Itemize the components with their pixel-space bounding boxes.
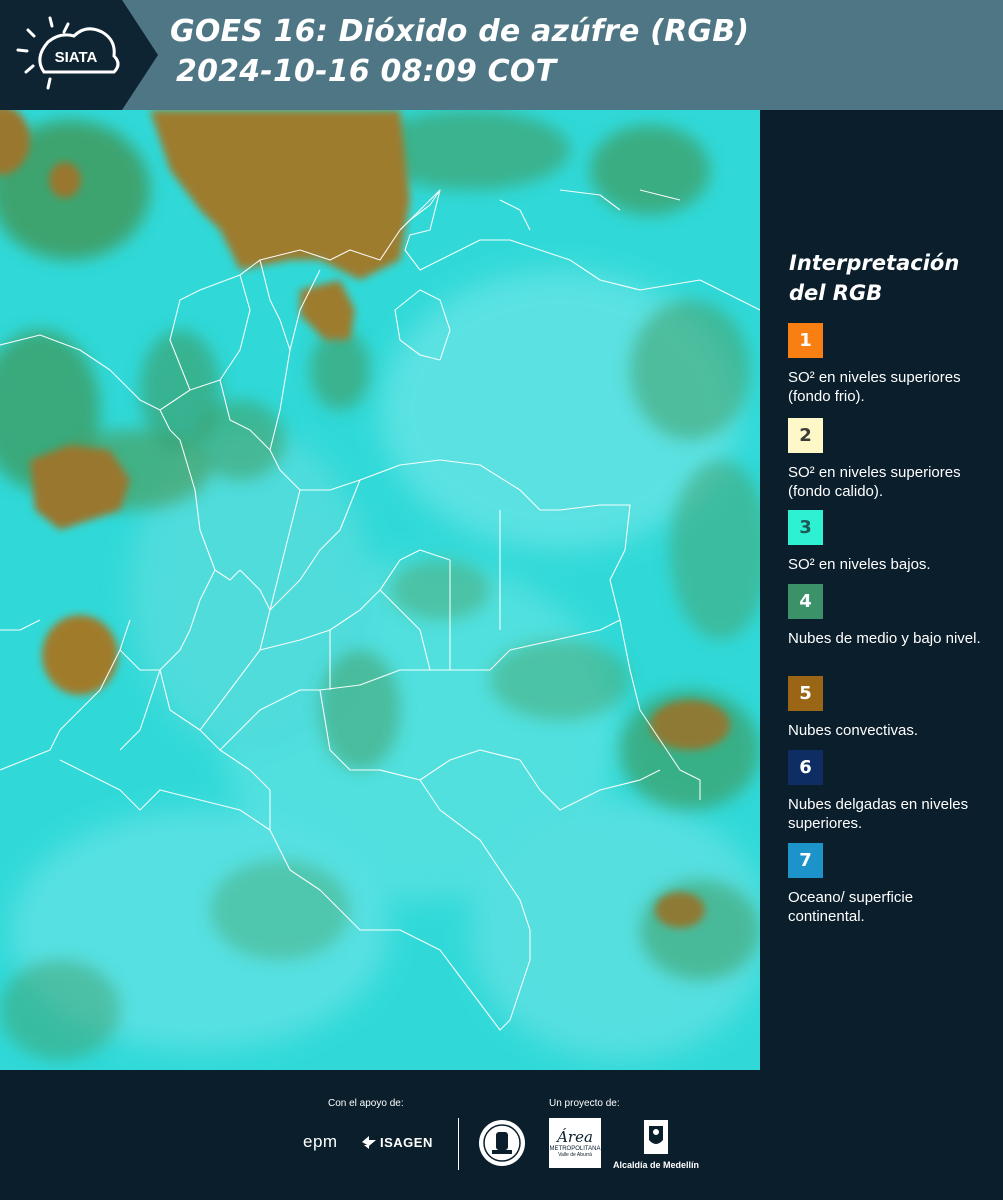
- legend-item-6: 6 Nubes delgadas en niveles superiores.: [788, 750, 988, 833]
- legend-title: Interpretación del RGB: [789, 251, 960, 305]
- legend-swatch: 7: [788, 843, 823, 878]
- area-logo-text: Área: [557, 1128, 593, 1146]
- legend-swatch: 4: [788, 584, 823, 619]
- legend-label: Nubes de medio y bajo nivel.: [788, 630, 981, 647]
- legend-panel: Interpretación del RGB 1 SO² en niveles …: [762, 110, 1003, 1070]
- legend-swatch: 2: [788, 418, 823, 453]
- header: SIATA GOES 16: Dióxido de azúfre (RGB) 2…: [0, 0, 1003, 110]
- isagen-icon: [362, 1136, 376, 1149]
- legend-label: SO² en niveles superiores (fondo calido)…: [788, 464, 961, 500]
- satellite-map: [0, 110, 763, 1070]
- isagen-logo-text: ISAGEN: [380, 1134, 433, 1150]
- footer: Con el apoyo de: Un proyecto de: epm ISA…: [0, 1070, 1003, 1200]
- legend-item-3: 3 SO² en niveles bajos.: [788, 510, 988, 574]
- legend-swatch: 5: [788, 676, 823, 711]
- legend-label: Oceano/ superficie continental.: [788, 889, 914, 925]
- legend-item-1: 1 SO² en niveles superiores (fondo frio)…: [788, 323, 988, 406]
- legend-swatch: 6: [788, 750, 823, 785]
- siata-logo-text: SIATA: [55, 49, 98, 66]
- legend-item-2: 2 SO² en niveles superiores (fondo calid…: [788, 418, 988, 501]
- page-title: GOES 16: Dióxido de azúfre (RGB): [170, 14, 750, 49]
- legend-item-4: 4 Nubes de medio y bajo nivel.: [788, 584, 988, 648]
- legend-swatch: 1: [788, 323, 823, 358]
- page-timestamp: 2024-10-16 08:09 COT: [176, 54, 557, 89]
- isagen-logo: ISAGEN: [360, 1133, 433, 1151]
- legend-label: Nubes convectivas.: [788, 722, 919, 739]
- footer-divider: [458, 1118, 459, 1170]
- valle-aburra-text: Valle de Aburrá: [558, 1152, 592, 1158]
- area-metropolitana-logo: Área METROPOLITANA Valle de Aburrá: [549, 1118, 601, 1168]
- alcaldia-label: Alcaldía de Medellín: [613, 1160, 700, 1170]
- alcaldia-emblem-icon: [644, 1120, 668, 1154]
- medellin-seal-icon: [479, 1120, 525, 1166]
- siata-logo: SIATA: [16, 16, 120, 90]
- support-label: Con el apoyo de:: [328, 1098, 404, 1109]
- project-label: Un proyecto de:: [549, 1098, 620, 1109]
- legend-swatch: 3: [788, 510, 823, 545]
- epm-logo: epm: [303, 1132, 338, 1151]
- legend-label: SO² en niveles superiores (fondo frio).: [788, 369, 961, 405]
- legend-item-7: 7 Oceano/ superficie continental.: [788, 843, 988, 926]
- legend-label: SO² en niveles bajos.: [788, 556, 931, 573]
- legend-item-5: 5 Nubes convectivas.: [788, 676, 988, 740]
- legend-label: Nubes delgadas en niveles superiores.: [788, 796, 969, 832]
